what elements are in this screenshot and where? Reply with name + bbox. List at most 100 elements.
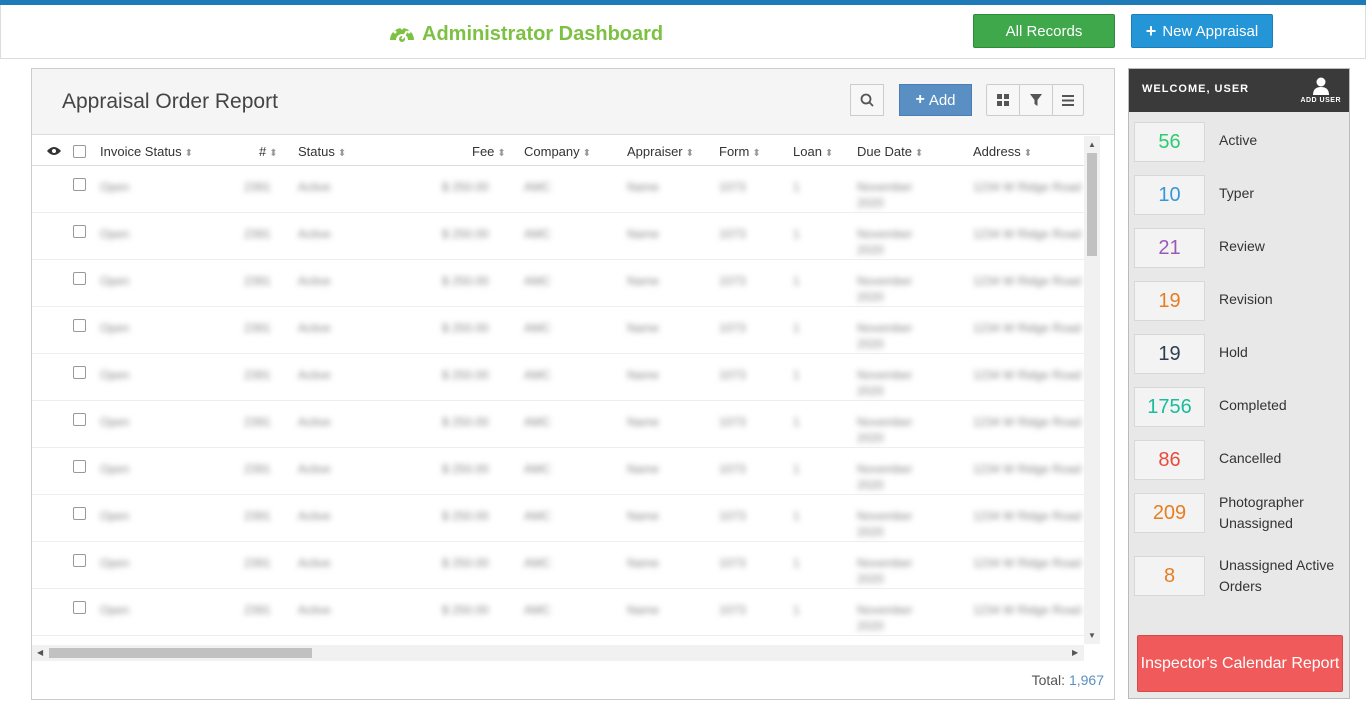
table-cell-blurred: November bbox=[857, 603, 913, 617]
select-all-checkbox[interactable] bbox=[73, 145, 86, 158]
table-row[interactable]: Open 2391 Active $ 250.00 AMC Name 1073 1 Novemb… bbox=[32, 166, 1084, 213]
column-header-appraiser[interactable]: Appraiser ⬍ bbox=[627, 144, 694, 159]
column-menu-button[interactable] bbox=[1052, 84, 1084, 116]
grid-view-button[interactable] bbox=[986, 84, 1020, 116]
table-row[interactable]: Open 2391 Active $ 250.00 AMC Name 1073 1 Novemb… bbox=[32, 589, 1084, 636]
table-cell-blurred: Active bbox=[298, 603, 331, 617]
table-cell-blurred: 1 bbox=[793, 321, 800, 335]
table-cell-blurred: Open bbox=[100, 368, 130, 382]
scroll-left-icon[interactable]: ◀ bbox=[37, 648, 43, 657]
table-cell-blurred: $ 250.00 bbox=[442, 603, 489, 617]
table-cell-blurred: Open bbox=[100, 180, 130, 194]
table-cell-blurred: 1073 bbox=[719, 368, 746, 382]
inspectors-calendar-report-button[interactable]: Inspector's Calendar Report bbox=[1137, 635, 1343, 692]
table-cell-blurred: Active bbox=[298, 227, 331, 241]
add-user-button[interactable]: ADD USER bbox=[1300, 77, 1341, 104]
column-header-number[interactable]: # ⬍ bbox=[259, 144, 278, 159]
column-header-company[interactable]: Company ⬍ bbox=[524, 144, 591, 159]
table-row[interactable]: Open 2391 Active $ 250.00 AMC Name 1073 1 Novemb… bbox=[32, 354, 1084, 401]
column-header-address[interactable]: Address ⬍ bbox=[973, 144, 1032, 159]
scroll-up-icon[interactable]: ▲ bbox=[1088, 140, 1096, 149]
all-records-button[interactable]: All Records bbox=[973, 14, 1115, 48]
row-checkbox[interactable] bbox=[73, 554, 86, 567]
column-header-status[interactable]: Status ⬍ bbox=[298, 144, 346, 159]
panel-header: WELCOME, USER ADD USER bbox=[1129, 69, 1349, 112]
table-cell-blurred: 2020 bbox=[857, 243, 884, 257]
scroll-down-icon[interactable]: ▼ bbox=[1088, 631, 1096, 640]
stat-count: 19 bbox=[1134, 334, 1205, 374]
table-cell-blurred: Open bbox=[100, 556, 130, 570]
row-checkbox[interactable] bbox=[73, 178, 86, 191]
table-cell-blurred: AMC bbox=[524, 603, 551, 617]
table-cell-blurred: Name bbox=[627, 556, 660, 570]
page-title: Administrator Dashboard bbox=[422, 23, 664, 45]
total-count: Total: 1,967 bbox=[1031, 672, 1104, 688]
table-cell-blurred: 1 bbox=[793, 509, 800, 523]
table-row[interactable]: Open 2391 Active $ 250.00 AMC Name 1073 1 Novemb… bbox=[32, 401, 1084, 448]
new-appraisal-button[interactable]: + New Appraisal bbox=[1131, 14, 1273, 48]
search-button[interactable] bbox=[850, 84, 884, 116]
row-checkbox[interactable] bbox=[73, 460, 86, 473]
table-cell-blurred: Active bbox=[298, 180, 331, 194]
column-header-invoice-status[interactable]: Invoice Status ⬍ bbox=[100, 144, 193, 159]
new-appraisal-label: New Appraisal bbox=[1162, 22, 1259, 40]
table-cell-blurred: 1 bbox=[793, 180, 800, 194]
table-cell-blurred: 1073 bbox=[719, 509, 746, 523]
table-row[interactable]: Open 2391 Active $ 250.00 AMC Name 1073 1 Novemb… bbox=[32, 542, 1084, 589]
horizontal-scrollbar[interactable]: ◀ ▶ bbox=[32, 645, 1084, 661]
table-row[interactable]: Open 2391 Active $ 250.00 AMC Name 1073 1 Novemb… bbox=[32, 307, 1084, 354]
table-cell-blurred: $ 250.00 bbox=[442, 415, 489, 429]
stat-count: 8 bbox=[1134, 556, 1205, 596]
table-row[interactable]: Open 2391 Active $ 250.00 AMC Name 1073 1 Novemb… bbox=[32, 213, 1084, 260]
table-row[interactable]: Open 2391 Active $ 250.00 AMC Name 1073 1 Novemb… bbox=[32, 448, 1084, 495]
add-button[interactable]: + Add bbox=[899, 84, 972, 116]
stat-label: Completed bbox=[1219, 397, 1287, 413]
dashboard-gauge-icon bbox=[388, 20, 416, 49]
table-cell-blurred: 1073 bbox=[719, 556, 746, 570]
add-label: Add bbox=[928, 91, 956, 109]
column-header-due-date[interactable]: Due Date ⬍ bbox=[857, 144, 923, 159]
filter-button[interactable] bbox=[1019, 84, 1053, 116]
header: Administrator Dashboard All Records + Ne… bbox=[0, 5, 1366, 59]
column-header-fee[interactable]: Fee ⬍ bbox=[472, 144, 506, 159]
row-checkbox[interactable] bbox=[73, 272, 86, 285]
row-checkbox[interactable] bbox=[73, 507, 86, 520]
table-cell-blurred: 1073 bbox=[719, 603, 746, 617]
table-cell-blurred: Name bbox=[627, 321, 660, 335]
row-checkbox[interactable] bbox=[73, 601, 86, 614]
table-header: Invoice Status ⬍ # ⬍ Status ⬍ Fee ⬍ Company ⬍… bbox=[32, 136, 1084, 166]
table-cell-blurred: 2391 bbox=[244, 274, 271, 288]
table-cell-blurred: $ 250.00 bbox=[442, 274, 489, 288]
stat-count: 21 bbox=[1134, 228, 1205, 268]
stat-count: 209 bbox=[1134, 493, 1205, 533]
stat-label: Photographer Unassigned bbox=[1219, 494, 1304, 531]
table-cell-blurred: 2391 bbox=[244, 509, 271, 523]
row-checkbox[interactable] bbox=[73, 225, 86, 238]
table-cell-blurred: 2020 bbox=[857, 290, 884, 304]
table-cell-blurred: 1234 W Ridge Road bbox=[973, 274, 1082, 288]
row-checkbox[interactable] bbox=[73, 319, 86, 332]
filter-icon bbox=[1030, 94, 1042, 106]
table-cell-blurred: Name bbox=[627, 180, 660, 194]
row-checkbox[interactable] bbox=[73, 413, 86, 426]
table-cell-blurred: $ 250.00 bbox=[442, 462, 489, 476]
stat-count: 1756 bbox=[1134, 387, 1205, 427]
column-header-loan[interactable]: Loan ⬍ bbox=[793, 144, 833, 159]
stat-count: 86 bbox=[1134, 440, 1205, 480]
eye-icon[interactable] bbox=[47, 143, 61, 161]
column-header-form[interactable]: Form ⬍ bbox=[719, 144, 761, 159]
scroll-right-icon[interactable]: ▶ bbox=[1072, 648, 1078, 657]
row-checkbox[interactable] bbox=[73, 366, 86, 379]
table-cell-blurred: Active bbox=[298, 415, 331, 429]
table-cell-blurred: $ 250.00 bbox=[442, 321, 489, 335]
table-cell-blurred: Open bbox=[100, 415, 130, 429]
vertical-scroll-thumb[interactable] bbox=[1087, 153, 1097, 256]
table-cell-blurred: 2020 bbox=[857, 572, 884, 586]
table-row[interactable]: Open 2391 Active $ 250.00 AMC Name 1073 1 Novemb… bbox=[32, 260, 1084, 307]
vertical-scrollbar[interactable]: ▲ ▼ bbox=[1084, 136, 1100, 644]
table-row[interactable]: Open 2391 Active $ 250.00 AMC Name 1073 1 Novemb… bbox=[32, 495, 1084, 542]
horizontal-scroll-thumb[interactable] bbox=[49, 648, 312, 658]
table-cell-blurred: 1 bbox=[793, 415, 800, 429]
table-cell-blurred: Open bbox=[100, 462, 130, 476]
table-cell-blurred: Active bbox=[298, 368, 331, 382]
